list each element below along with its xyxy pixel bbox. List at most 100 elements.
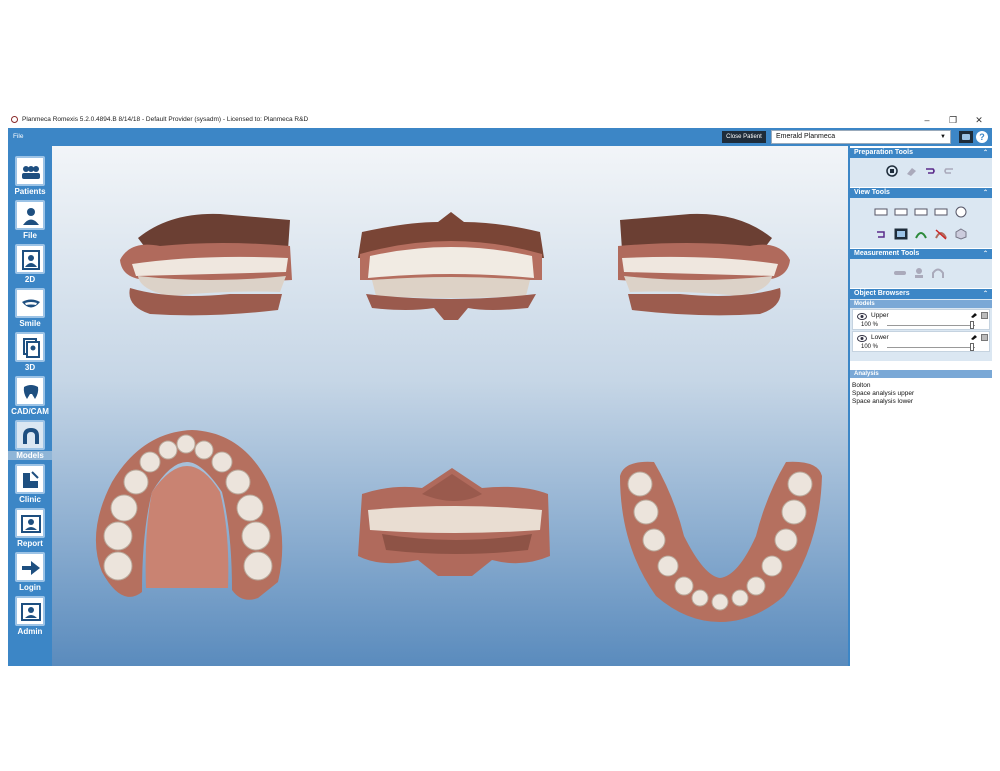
- sidebar-item-label: Admin: [17, 627, 43, 636]
- 3d-icon: [23, 338, 40, 358]
- front-occlusion-view[interactable]: [348, 208, 554, 320]
- measurement-tools-header[interactable]: Measurement Tools ⌃: [850, 249, 992, 259]
- minimize-button[interactable]: –: [916, 114, 938, 126]
- cube-view-icon[interactable]: [954, 228, 968, 240]
- sidebar-item-label: 3D: [24, 363, 36, 372]
- cadcam-icon: [23, 385, 39, 399]
- visibility-eye-icon[interactable]: [857, 335, 867, 342]
- model-row-lower[interactable]: Lower 100 %: [852, 331, 990, 352]
- view-tools-header[interactable]: View Tools ⌃: [850, 188, 992, 198]
- app-window: Planmeca Romexis 5.2.0.4894.B 8/14/18 - …: [8, 112, 992, 666]
- sidebar-item-admin[interactable]: Admin: [8, 596, 52, 640]
- sidebar-item-2d[interactable]: 2D: [8, 244, 52, 288]
- paint-brush-icon[interactable]: [971, 312, 978, 318]
- model-opacity: 100 %: [861, 344, 879, 350]
- sidebar-item-label: Patients: [14, 187, 46, 196]
- collapse-icon[interactable]: ⌃: [983, 148, 988, 158]
- sidebar-item-label: Login: [19, 583, 41, 592]
- hide-model-icon[interactable]: [934, 228, 948, 240]
- camera-icon[interactable]: [959, 131, 973, 143]
- sidebar-item-patients[interactable]: Patients: [8, 156, 52, 200]
- collapse-icon[interactable]: ⌃: [983, 188, 988, 198]
- report-icon: [21, 515, 41, 533]
- file-menu[interactable]: File: [13, 133, 23, 140]
- view-left-icon[interactable]: [914, 206, 928, 218]
- analysis-subheader: Analysis: [850, 370, 992, 378]
- module-sidebar: Patients File 2D Smile 3D CAD/CAM Models…: [8, 146, 52, 666]
- model-name: Upper: [871, 312, 889, 319]
- sidebar-item-login[interactable]: Login: [8, 552, 52, 596]
- color-swatch[interactable]: [981, 312, 988, 319]
- arch-measure-icon[interactable]: [931, 267, 945, 279]
- admin-icon: [21, 603, 41, 621]
- clinic-icon: [23, 471, 39, 488]
- list-item[interactable]: Space analysis lower: [852, 398, 990, 406]
- measurement-tools-title: Measurement Tools: [854, 250, 920, 257]
- window-title: Planmeca Romexis 5.2.0.4894.B 8/14/18 - …: [22, 116, 309, 123]
- lower-occlusal-view[interactable]: [614, 456, 826, 624]
- sidebar-item-label: Report: [17, 539, 43, 548]
- visibility-eye-icon[interactable]: [857, 313, 867, 320]
- view-occlusal-icon[interactable]: [954, 206, 968, 218]
- view-tools-title: View Tools: [854, 189, 890, 196]
- 3d-viewport[interactable]: [52, 146, 848, 666]
- patient-select[interactable]: Emerald Planmeca ▼: [771, 130, 951, 144]
- color-swatch[interactable]: [981, 334, 988, 341]
- title-bar: Planmeca Romexis 5.2.0.4894.B 8/14/18 - …: [8, 112, 992, 128]
- sidebar-item-label: Models: [8, 451, 52, 460]
- sidebar-item-label: 2D: [24, 275, 36, 284]
- eraser-icon[interactable]: [904, 165, 918, 177]
- analysis-list: Bolton Space analysis upper Space analys…: [852, 382, 990, 406]
- model-name: Lower: [871, 334, 889, 341]
- reset-view-icon[interactable]: [874, 228, 888, 240]
- undo-icon[interactable]: [923, 165, 937, 177]
- view-right-icon[interactable]: [874, 206, 888, 218]
- left-occlusion-view[interactable]: [610, 210, 800, 322]
- posterior-view[interactable]: [352, 464, 558, 576]
- maximize-button[interactable]: ❐: [942, 114, 964, 126]
- models-subheader: Models: [850, 300, 992, 308]
- list-item[interactable]: Space analysis upper: [852, 390, 990, 398]
- model-opacity: 100 %: [861, 322, 879, 328]
- upper-occlusal-view[interactable]: [82, 422, 292, 612]
- view-front-icon[interactable]: [894, 206, 908, 218]
- help-icon[interactable]: ?: [976, 131, 988, 143]
- model-row-upper[interactable]: Upper 100 %: [852, 309, 990, 330]
- tools-panel: Preparation Tools ⌃ View Tools ⌃ Measure…: [848, 146, 992, 666]
- close-patient-button[interactable]: Close Patient: [722, 131, 766, 143]
- sidebar-item-report[interactable]: Report: [8, 508, 52, 552]
- view-back-icon[interactable]: [934, 206, 948, 218]
- list-item[interactable]: Bolton: [852, 382, 990, 390]
- opacity-slider-handle[interactable]: [970, 321, 974, 329]
- rotate-model-icon[interactable]: [885, 165, 899, 177]
- opacity-slider-track[interactable]: [887, 325, 975, 326]
- preparation-tools-header[interactable]: Preparation Tools ⌃: [850, 148, 992, 158]
- sidebar-item-models[interactable]: Models: [8, 420, 52, 464]
- collapse-icon[interactable]: ⌃: [983, 249, 988, 259]
- sidebar-item-clinic[interactable]: Clinic: [8, 464, 52, 508]
- arch-view-icon[interactable]: [914, 228, 928, 240]
- opacity-slider-handle[interactable]: [970, 343, 974, 351]
- 2d-icon: [22, 250, 40, 270]
- tooth-measure-icon[interactable]: [912, 267, 926, 279]
- sidebar-item-3d[interactable]: 3D: [8, 332, 52, 376]
- collapse-icon[interactable]: ⌃: [983, 289, 988, 299]
- sidebar-item-file[interactable]: File: [8, 200, 52, 244]
- close-window-button[interactable]: ✕: [968, 114, 990, 126]
- patients-icon: [22, 166, 40, 179]
- sidebar-item-smile[interactable]: Smile: [8, 288, 52, 332]
- redo-icon[interactable]: [942, 165, 956, 177]
- object-browsers-header[interactable]: Object Browsers ⌃: [850, 289, 992, 299]
- object-browsers-title: Object Browsers: [854, 290, 910, 297]
- preparation-tools-body: [850, 158, 992, 187]
- paint-brush-icon[interactable]: [971, 334, 978, 340]
- sidebar-item-label: CAD/CAM: [11, 407, 49, 416]
- distance-measure-icon[interactable]: [893, 267, 907, 279]
- object-browsers-body: Models Upper 100 % Lower 100 %: [850, 299, 992, 361]
- multi-view-icon[interactable]: [894, 228, 908, 240]
- right-occlusion-view[interactable]: [110, 210, 300, 322]
- sidebar-item-cadcam[interactable]: CAD/CAM: [8, 376, 52, 420]
- measurement-tools-body: [850, 259, 992, 288]
- sidebar-item-label: Clinic: [19, 495, 41, 504]
- opacity-slider-track[interactable]: [887, 347, 975, 348]
